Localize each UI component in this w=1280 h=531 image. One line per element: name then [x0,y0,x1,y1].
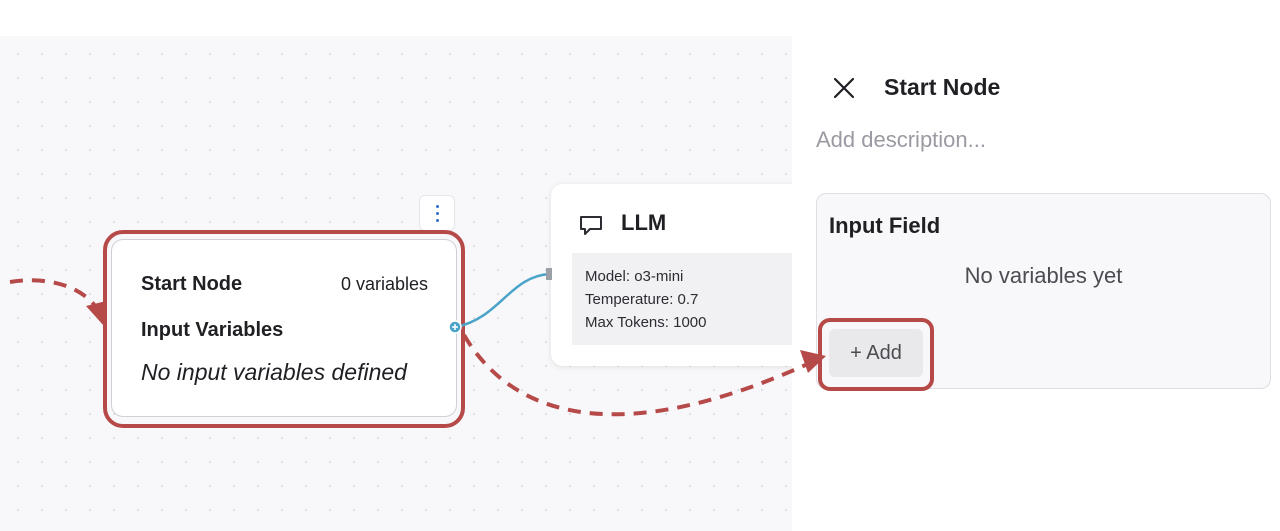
start-node-highlight [103,230,465,428]
llm-node-card[interactable]: LLM Model: o3-mini Temperature: 0.7 Max … [551,184,811,366]
temperature-value: Temperature: 0.7 [585,291,699,308]
kebab-dot-icon [436,205,439,208]
description-input[interactable]: Add description... [816,127,986,153]
kebab-dot-icon [436,219,439,222]
close-icon[interactable] [830,74,858,102]
llm-config-summary: Model: o3-mini Temperature: 0.7 Max Toke… [572,253,811,345]
model-value: Model: o3-mini [585,268,684,285]
no-variables-text: No variables yet [964,263,1123,288]
chat-bubble-icon [580,216,602,235]
panel-title: Start Node [884,74,1001,100]
max-tokens-value: Max Tokens: 1000 [585,314,707,331]
kebab-dot-icon [436,212,439,215]
node-menu-button[interactable] [419,195,455,231]
add-button-highlight [818,318,934,391]
llm-node-title: LLM [621,210,667,235]
input-field-heading: Input Field [829,213,941,238]
